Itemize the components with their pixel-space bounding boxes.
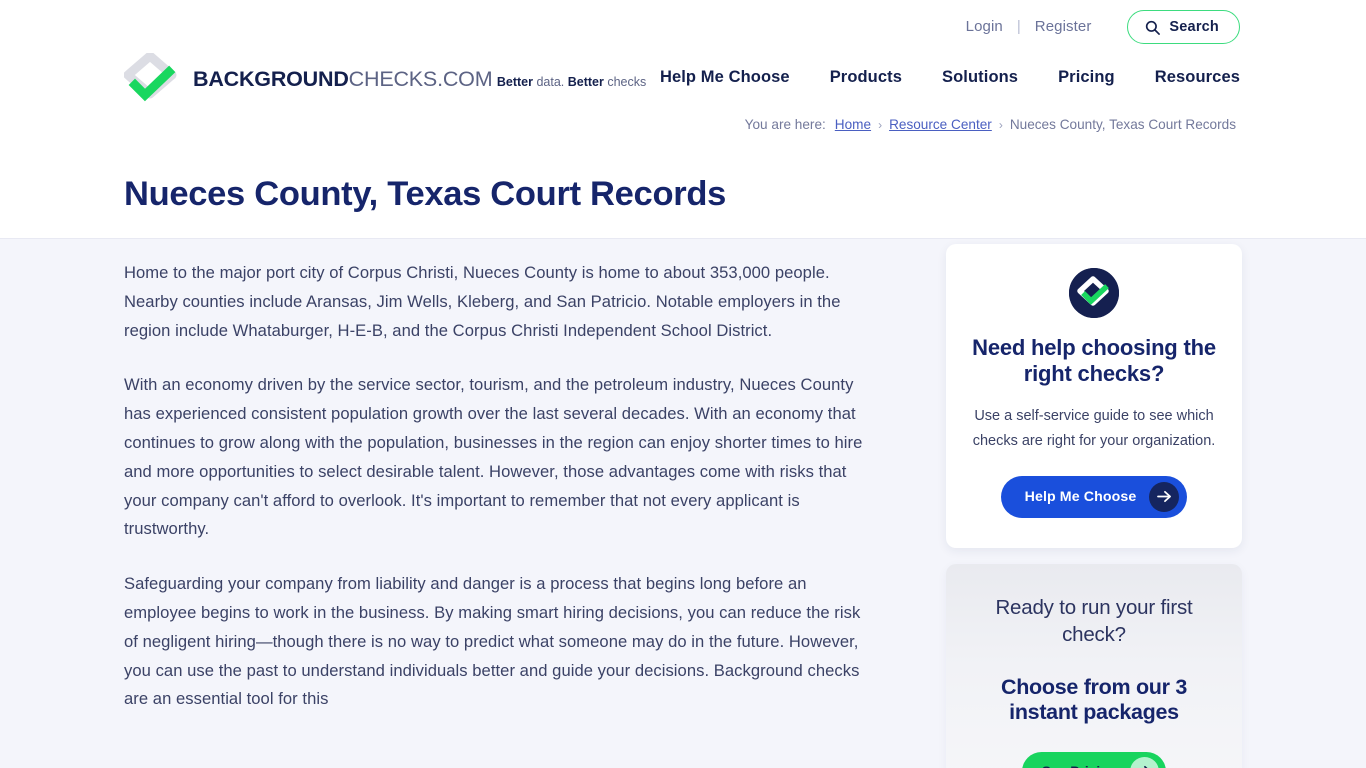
nav-item-resources[interactable]: Resources	[1155, 68, 1240, 87]
article-paragraph: Safeguarding your company from liability…	[124, 574, 861, 709]
tagline-checks: checks	[603, 74, 647, 89]
logo-wordmark: BACKGROUNDCHECKS.COM	[193, 66, 493, 91]
see-pricing-button-label: See Pricing	[1042, 764, 1117, 768]
breadcrumb: You are here: Home › Resource Center › N…	[745, 117, 1236, 132]
tagline-data: data.	[532, 74, 568, 89]
site-header: Login | Register Search BACKGROUNDCHECKS…	[0, 0, 1366, 239]
article-paragraph: With an economy driven by the service se…	[124, 375, 863, 539]
page-body: Home to the major port city of Corpus Ch…	[0, 239, 1366, 768]
pricing-card-headline: Choose from our 3 instant packages	[1000, 675, 1188, 725]
article-paragraph: Home to the major port city of Corpus Ch…	[124, 263, 841, 340]
arrow-right-icon	[1149, 481, 1180, 512]
sidebar: Need help choosing the right checks? Use…	[946, 244, 1242, 768]
search-icon	[1145, 20, 1161, 35]
arrow-right-icon	[1130, 756, 1160, 768]
help-me-choose-button[interactable]: Help Me Choose	[1000, 475, 1188, 518]
help-card-body: Use a self-service guide to see which ch…	[972, 407, 1216, 449]
see-pricing-button[interactable]: See Pricing	[1021, 751, 1167, 768]
search-button[interactable]: Search	[1127, 10, 1240, 44]
pricing-card-lead: Ready to run your first check?	[995, 595, 1193, 647]
login-link[interactable]: Login	[952, 10, 1017, 44]
help-me-choose-card: Need help choosing the right checks? Use…	[946, 244, 1242, 548]
main-navigation: Help Me Choose Products Solutions Pricin…	[660, 68, 1240, 87]
logo-brand-bold: BACKGROUND	[193, 66, 349, 91]
pricing-card: Ready to run your first check? Choose fr…	[946, 563, 1242, 768]
nav-item-products[interactable]: Products	[830, 68, 902, 87]
register-link[interactable]: Register	[1021, 10, 1106, 44]
nav-item-solutions[interactable]: Solutions	[942, 68, 1018, 87]
logo-brand-light: CHECKS.COM	[348, 66, 493, 91]
tagline-better-1: Better	[496, 74, 533, 89]
breadcrumb-separator-2: ›	[998, 117, 1003, 132]
breadcrumb-separator-1: ›	[878, 117, 883, 132]
article-content: Home to the major port city of Corpus Ch…	[124, 239, 876, 740]
nav-item-help-me-choose[interactable]: Help Me Choose	[660, 68, 790, 87]
search-button-label: Search	[1169, 19, 1219, 35]
tagline-better-2: Better	[567, 74, 604, 89]
breadcrumb-link-home[interactable]: Home	[835, 117, 871, 132]
breadcrumb-link-resource-center[interactable]: Resource Center	[889, 117, 992, 132]
logo-diamond-check-icon	[123, 51, 182, 105]
page-title: Nueces County, Texas Court Records	[124, 175, 727, 213]
logo-badge-icon	[1069, 268, 1119, 318]
utility-bar: Login | Register Search	[952, 10, 1240, 44]
site-logo[interactable]: BACKGROUNDCHECKS.COM Better data. Better…	[123, 51, 646, 105]
help-me-choose-button-label: Help Me Choose	[1024, 488, 1137, 505]
logo-tagline: Better data. Better checks	[497, 75, 646, 89]
breadcrumb-lead: You are here:	[744, 117, 826, 132]
help-card-heading: Need help choosing the right checks?	[972, 335, 1216, 387]
breadcrumb-current: Nueces County, Texas Court Records	[1009, 117, 1236, 132]
nav-item-pricing[interactable]: Pricing	[1058, 68, 1115, 87]
